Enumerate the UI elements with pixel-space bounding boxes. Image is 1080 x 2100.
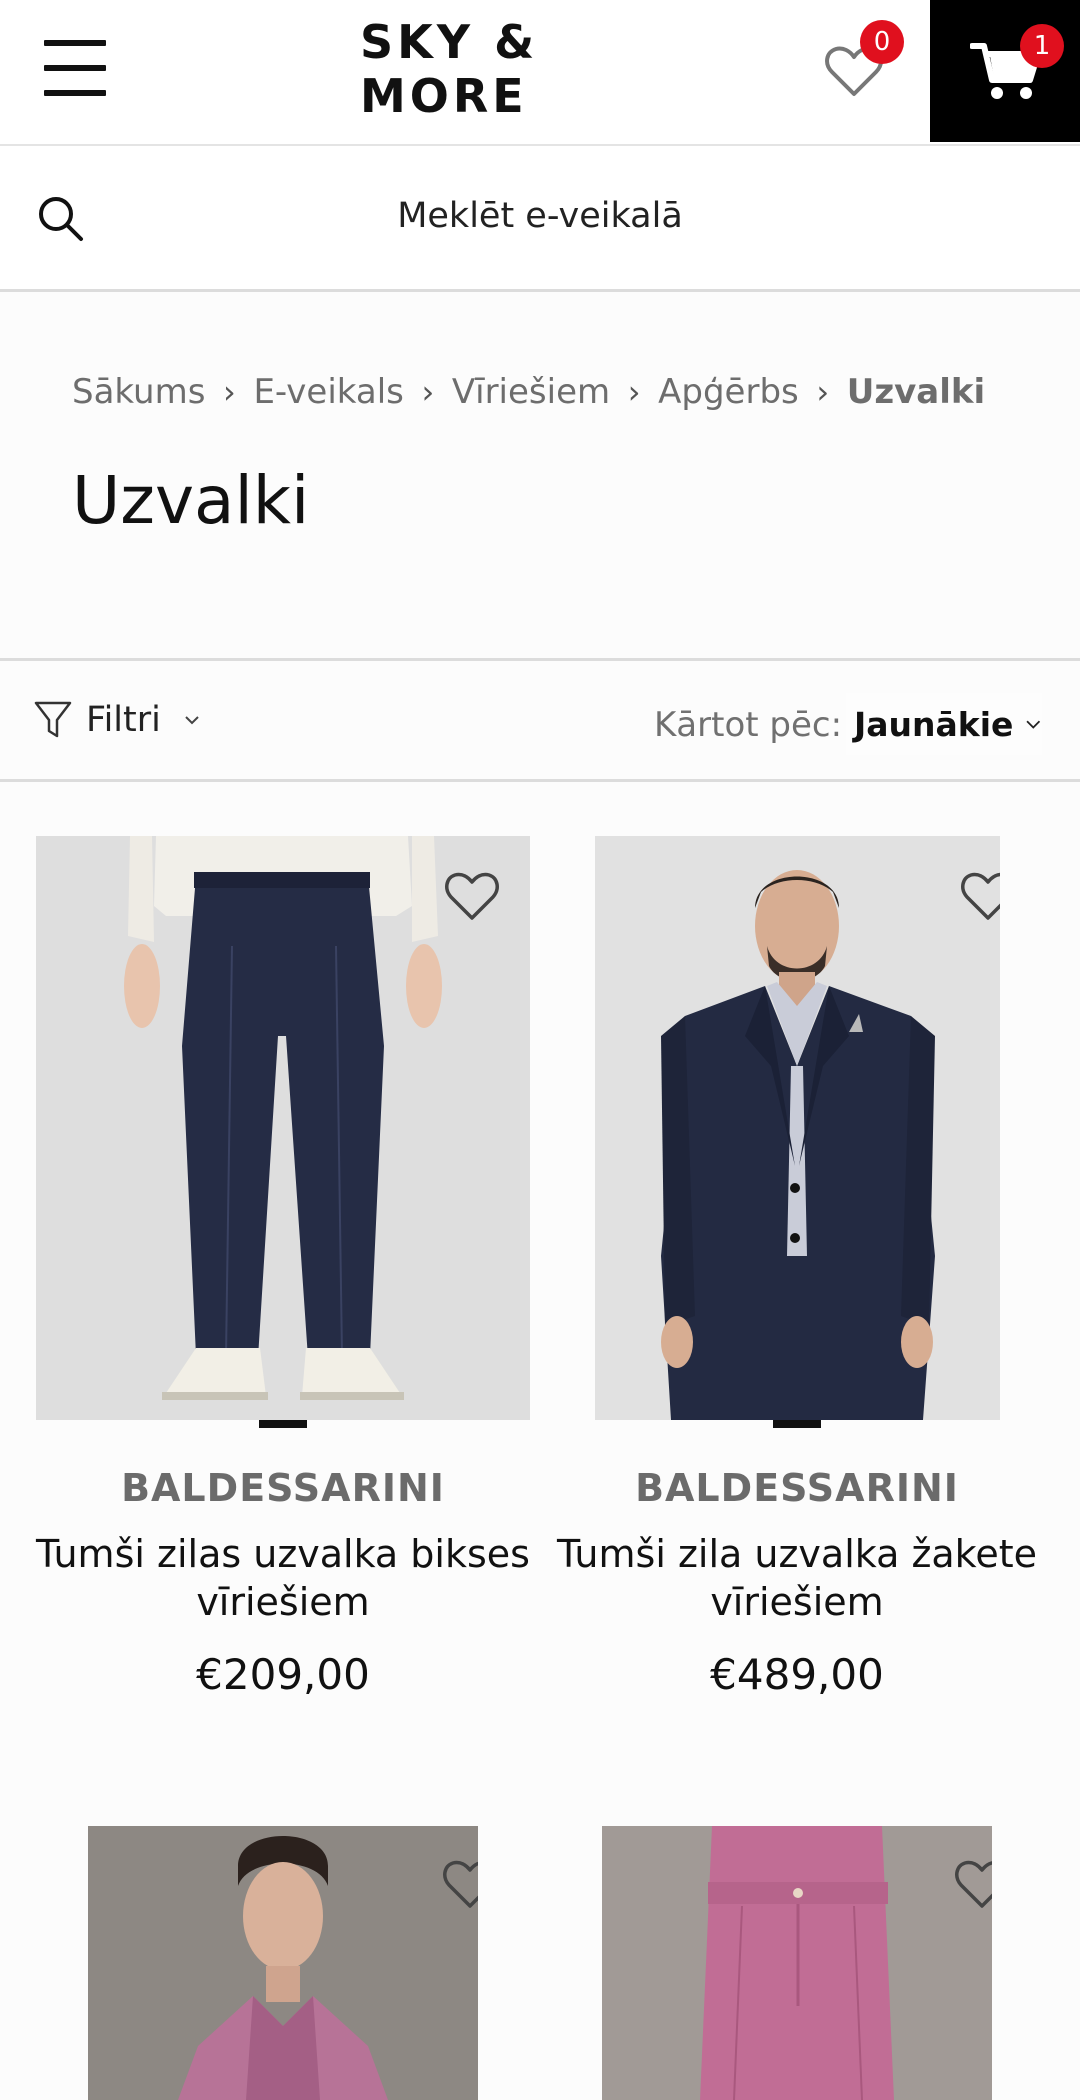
filters-label: Filtri <box>86 700 161 740</box>
logo[interactable]: SKY & MORE <box>360 15 720 123</box>
breadcrumb-men[interactable]: Vīriešiem <box>452 372 610 412</box>
breadcrumb: Sākums › E-veikals › Vīriešiem › Apģērbs… <box>72 368 985 416</box>
wishlist-count-badge: 0 <box>860 20 904 64</box>
product-price: €489,00 <box>710 1650 884 1699</box>
product-image-jacket <box>595 836 1000 1420</box>
top-header: SKY & MORE 0 1 <box>0 0 1080 146</box>
product-image-trousers <box>36 836 530 1420</box>
product-image[interactable] <box>595 836 1000 1420</box>
product-price: €209,00 <box>196 1650 370 1699</box>
filters-button[interactable]: Filtri <box>34 695 201 745</box>
menu-icon[interactable] <box>44 40 106 96</box>
add-to-wishlist-heart-icon[interactable] <box>954 1858 992 1910</box>
product-name[interactable]: Tumši zila uzvalka žakete vīriešiem <box>540 1530 1054 1626</box>
product-card[interactable]: BALDESSARINI Tumši zilas uzvalka bikses … <box>26 836 540 1716</box>
chevron-right-icon: › <box>627 373 641 411</box>
product-name-line: Tumši zila uzvalka žakete <box>556 1532 1037 1576</box>
product-brand: BALDESSARINI <box>635 1466 959 1510</box>
chevron-right-icon: › <box>421 373 435 411</box>
add-to-wishlist-heart-icon[interactable] <box>960 870 1000 922</box>
image-carousel-indicator[interactable] <box>773 1420 821 1428</box>
sort-dropdown[interactable]: Jaunākie <box>846 693 1042 755</box>
product-name-line: vīriešiem <box>196 1580 370 1624</box>
chevron-right-icon: › <box>223 373 236 411</box>
breadcrumb-clothing[interactable]: Apģērbs <box>658 372 799 412</box>
chevron-right-icon: › <box>816 373 830 411</box>
breadcrumb-current: Uzvalki <box>846 372 986 412</box>
wishlist-button[interactable]: 0 <box>824 20 904 108</box>
product-image-pink-blazer <box>88 1826 478 2100</box>
product-name-line: vīriešiem <box>710 1580 884 1624</box>
filter-icon <box>34 701 72 738</box>
page-title: Uzvalki <box>72 462 310 539</box>
image-carousel-indicator[interactable] <box>259 1420 307 1428</box>
chevron-down-icon <box>1026 720 1041 729</box>
product-card[interactable]: BALDESSARINI Tumši zila uzvalka žakete v… <box>540 836 1054 1716</box>
product-image[interactable] <box>602 1826 992 2100</box>
cart-button[interactable]: 1 <box>930 0 1080 142</box>
breadcrumb-eshop[interactable]: E-veikals <box>253 372 403 412</box>
sort-value: Jaunākie <box>854 704 1014 744</box>
product-name[interactable]: Tumši zilas uzvalka bikses vīriešiem <box>26 1530 540 1626</box>
cart-count-badge: 1 <box>1020 24 1064 68</box>
product-image-pink-trousers <box>602 1826 992 2100</box>
add-to-wishlist-heart-icon[interactable] <box>442 1858 478 1910</box>
sort-label: Kārtot pēc: <box>654 705 843 745</box>
search-input[interactable]: Meklēt e-veikalā <box>0 196 1080 236</box>
search-bar[interactable]: Meklēt e-veikalā <box>0 146 1080 292</box>
filter-sort-bar: Filtri Kārtot pēc: Jaunākie <box>0 658 1080 782</box>
add-to-wishlist-heart-icon[interactable] <box>444 870 500 922</box>
product-brand: BALDESSARINI <box>121 1466 445 1510</box>
product-image[interactable] <box>36 836 530 1420</box>
product-name-line: Tumši zilas uzvalka bikses <box>36 1532 530 1576</box>
product-image[interactable] <box>88 1826 478 2100</box>
breadcrumb-home[interactable]: Sākums <box>72 372 205 412</box>
chevron-down-icon <box>185 716 199 725</box>
